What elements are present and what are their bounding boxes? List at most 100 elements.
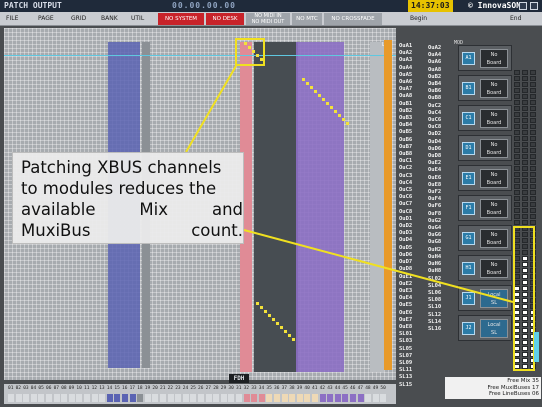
callout-line-2: to modules reduces the — [21, 179, 217, 198]
callout-word-available: available — [21, 200, 96, 219]
input-number: 18 — [137, 386, 143, 391]
input-cell[interactable] — [38, 394, 45, 402]
leader-line-top — [185, 65, 237, 153]
input-cell[interactable] — [365, 394, 372, 402]
input-cell[interactable] — [342, 394, 349, 402]
input-number: 33 — [251, 386, 257, 391]
input-cell[interactable] — [144, 394, 151, 402]
input-cell[interactable] — [68, 394, 75, 402]
input-cell[interactable] — [289, 394, 296, 402]
callout-caption: Patching XBUS channels to modules reduce… — [12, 152, 244, 244]
input-cell[interactable] — [266, 394, 273, 402]
callout-word-mix: Mix — [139, 200, 169, 219]
input-number: 03 — [23, 386, 29, 391]
input-cell[interactable] — [296, 394, 303, 402]
input-cell[interactable] — [334, 394, 341, 402]
input-number: 42 — [319, 386, 326, 391]
input-number: 12 — [91, 386, 98, 391]
input-number: 04 — [30, 386, 37, 391]
input-cell[interactable] — [129, 394, 136, 402]
input-cell[interactable] — [319, 394, 326, 402]
input-number: 39 — [296, 386, 303, 391]
input-cell[interactable] — [122, 394, 128, 402]
input-number: 26 — [198, 386, 204, 391]
input-number: 50 — [380, 386, 386, 391]
input-number: 06 — [46, 386, 52, 391]
callout-word-muxibus: MuxiBus — [21, 221, 91, 240]
input-cell[interactable] — [258, 394, 265, 402]
input-number: 24 — [182, 386, 189, 391]
input-cell[interactable] — [372, 394, 379, 402]
input-cell[interactable] — [167, 394, 174, 402]
input-number: 08 — [61, 386, 67, 391]
input-number: 05 — [38, 386, 44, 391]
input-cell[interactable] — [236, 394, 242, 402]
input-cell[interactable] — [228, 394, 235, 402]
input-cell[interactable] — [213, 394, 220, 402]
input-cell[interactable] — [30, 394, 37, 402]
input-cell[interactable] — [380, 394, 387, 402]
input-cell[interactable] — [15, 394, 22, 402]
input-cell[interactable] — [61, 394, 68, 402]
input-number: 10 — [76, 386, 82, 391]
input-cell[interactable] — [152, 394, 159, 402]
input-cell[interactable] — [137, 394, 144, 402]
input-cell[interactable] — [304, 394, 311, 402]
input-cell[interactable] — [23, 394, 30, 402]
input-number: 28 — [213, 386, 219, 391]
input-number: 43 — [327, 386, 333, 391]
input-number: 38 — [289, 386, 295, 391]
input-number: 46 — [350, 386, 356, 391]
input-cell[interactable] — [53, 394, 60, 402]
input-cell[interactable] — [99, 394, 106, 402]
input-number: 09 — [68, 386, 75, 391]
input-cell[interactable] — [220, 394, 227, 402]
input-number: 36 — [274, 386, 280, 391]
input-cell[interactable] — [205, 394, 212, 402]
input-cell[interactable] — [243, 394, 250, 402]
input-number: 37 — [281, 386, 288, 391]
input-number: 35 — [266, 386, 272, 391]
input-number: 07 — [53, 386, 60, 391]
callout-word-and: and — [211, 200, 243, 219]
input-cell[interactable] — [274, 394, 280, 402]
input-number: 29 — [220, 386, 227, 391]
callout-line-1: Patching XBUS channels — [21, 158, 222, 177]
free-linebuses-count: Free LineBuses 06 — [488, 391, 539, 397]
input-number: 17 — [129, 386, 136, 391]
input-cell[interactable] — [46, 394, 52, 402]
input-cell[interactable] — [106, 394, 113, 402]
input-cell[interactable] — [357, 394, 364, 402]
input-cell[interactable] — [251, 394, 258, 402]
input-number: 34 — [258, 386, 265, 391]
input-cell[interactable] — [190, 394, 197, 402]
fdh-label: FDH — [229, 374, 249, 383]
input-cell[interactable] — [76, 394, 83, 402]
input-number: 32 — [243, 386, 250, 391]
input-cell[interactable] — [198, 394, 204, 402]
input-cell[interactable] — [312, 394, 318, 402]
input-number: 49 — [372, 386, 379, 391]
input-cell[interactable] — [91, 394, 98, 402]
input-number: 20 — [152, 386, 158, 391]
input-number: 14 — [106, 386, 113, 391]
input-number: 27 — [205, 386, 212, 391]
input-cell[interactable] — [327, 394, 334, 402]
input-cell[interactable] — [281, 394, 288, 402]
input-number: 21 — [160, 386, 166, 391]
patch-output-window: PATCH OUTPUT 00.00.00.00 14:37:03 © Inno… — [0, 0, 542, 407]
input-cell[interactable] — [182, 394, 189, 402]
input-cell[interactable] — [175, 394, 182, 402]
input-number: 22 — [167, 386, 174, 391]
input-number: 48 — [365, 386, 371, 391]
input-number: 23 — [175, 386, 181, 391]
input-cell[interactable] — [114, 394, 121, 402]
input-cell[interactable] — [84, 394, 90, 402]
free-bus-info: Free Mix 35 Free MuxiBuses 17 Free LineB… — [445, 377, 541, 399]
input-number: 01 — [8, 386, 14, 391]
input-number: 25 — [190, 386, 196, 391]
leader-line-right — [243, 229, 514, 303]
input-cell[interactable] — [8, 394, 14, 402]
input-cell[interactable] — [350, 394, 356, 402]
input-cell[interactable] — [160, 394, 166, 402]
